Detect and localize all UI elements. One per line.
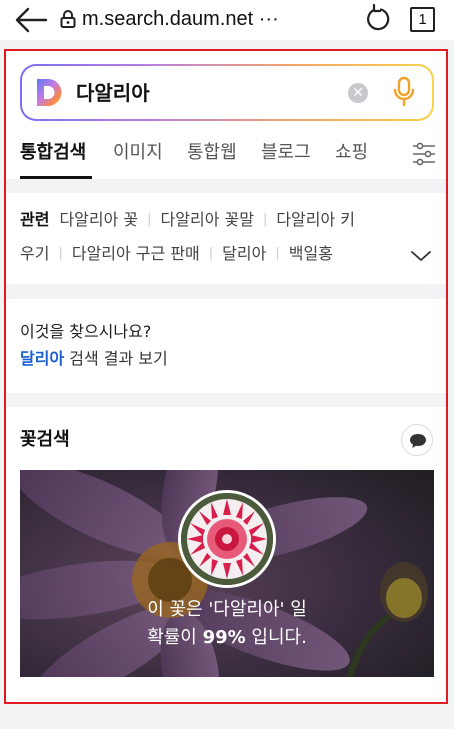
related-line-2: 우기 | 다알리아 구근 판매 | 달리아 | 백일홍 [20,243,333,265]
separator: | [58,246,63,261]
separator: | [262,212,268,227]
flower-thumbnail [178,490,276,588]
spelling-suggestion: 이것을 찾으시나요? 달리아 검색 결과 보기 [6,299,446,393]
search-box[interactable]: 다알리아 ✕ [20,64,434,121]
related-label: 관련 [20,210,50,229]
clear-icon[interactable]: ✕ [348,83,368,103]
related-keyword[interactable]: 다알리아 구근 판매 [72,243,200,265]
related-keyword[interactable]: 다알리아 키 [276,209,355,231]
speech-bubble-icon [410,434,426,448]
suggestion-link[interactable]: 달리아 [20,349,64,368]
result-line-1: 이 꽃은 '다알리아' 일 [147,599,307,620]
address-bar-url[interactable]: m.search.daum.net ··· [82,6,279,32]
related-searches: 관련 다알리아 꽃 | 다알리아 꽃말 | 다알리아 키 우기 | 다알리아 구근 판매 | 달리… [6,193,446,284]
browser-toolbar: m.search.daum.net ··· 1 [0,0,454,40]
active-tab-indicator [20,176,92,179]
tab-shopping[interactable]: 쇼핑 [335,141,368,165]
related-keyword[interactable]: 우기 [20,243,49,265]
microphone-icon[interactable] [392,76,416,108]
result-percent: 99% [202,627,246,648]
separator: | [208,246,214,261]
search-box-inner: 다알리아 ✕ [22,66,432,119]
tab-web[interactable]: 통합웹 [187,141,237,165]
separator: | [147,212,152,227]
lock-icon [60,9,76,29]
feedback-button[interactable] [401,424,433,456]
search-tabs: 통합검색 이미지 통합웹 블로그 쇼핑 [20,141,436,179]
search-input[interactable]: 다알리아 [76,79,150,107]
result-suffix: 입니다. [245,627,307,648]
section-title: 꽃검색 [20,429,70,450]
reload-icon[interactable] [364,3,392,34]
suggestion-suffix: 검색 결과 보기 [64,349,168,368]
related-keyword[interactable]: 다알리아 꽃 [59,209,138,231]
chevron-down-icon[interactable] [410,248,432,264]
tab-blog[interactable]: 블로그 [261,141,311,165]
filter-settings-icon[interactable] [412,141,436,167]
suggestion-question: 이것을 찾으시나요? [20,322,152,341]
tab-images[interactable]: 이미지 [113,141,163,165]
tab-count-button[interactable]: 1 [410,7,435,32]
related-line-1: 관련 다알리아 꽃 | 다알리아 꽃말 | 다알리아 키 [20,209,355,231]
flower-search-section: 꽃검색 이 꽃은 '다알리아' 일 확률이 99% 입니다. [6,407,446,702]
related-keyword[interactable]: 달리아 [222,243,266,265]
search-section: 다알리아 ✕ 통합검색 이미지 통합웹 블로그 쇼핑 [6,51,446,179]
related-keyword[interactable]: 백일홍 [289,243,333,265]
suggestion-answer: 달리아 검색 결과 보기 [20,348,168,370]
daum-logo-icon[interactable] [35,78,63,107]
flower-result-text: 이 꽃은 '다알리아' 일 확률이 99% 입니다. [20,596,434,652]
separator: | [275,246,280,261]
result-prefix: 확률이 [147,627,203,648]
flower-photo[interactable]: 이 꽃은 '다알리아' 일 확률이 99% 입니다. [20,470,434,677]
result-line-2: 확률이 99% 입니다. [20,624,434,652]
related-keyword[interactable]: 다알리아 꽃말 [161,209,254,231]
tab-integrated-search[interactable]: 통합검색 [20,141,86,165]
back-arrow-icon[interactable] [14,6,48,34]
